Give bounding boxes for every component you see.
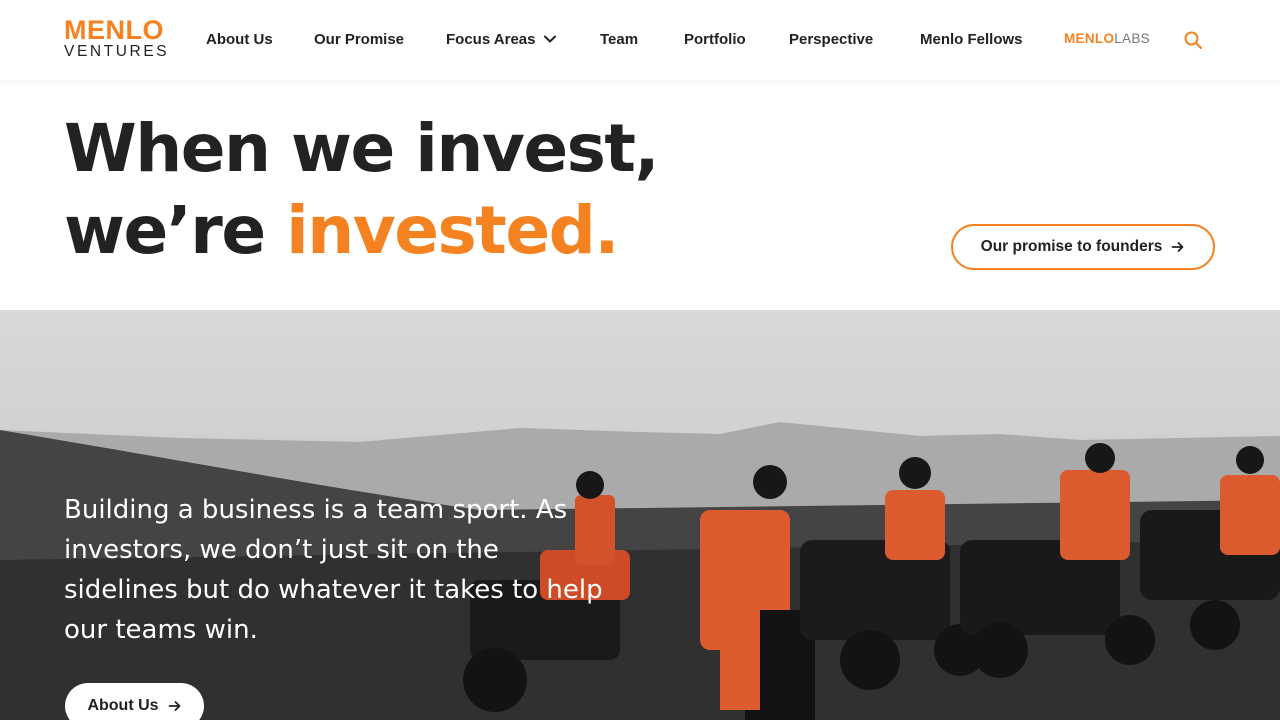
menlo-labs-part1: MENLO bbox=[1064, 31, 1115, 46]
nav-team[interactable]: Team bbox=[600, 28, 638, 50]
nav-focus-areas[interactable]: Focus Areas bbox=[446, 28, 557, 50]
hero-headline: When we invest, we’re invested. bbox=[64, 108, 660, 272]
nav-perspective[interactable]: Perspective bbox=[789, 28, 873, 50]
about-us-button[interactable]: About Us bbox=[65, 683, 204, 720]
team-sport-paragraph: Building a business is a team sport. As … bbox=[64, 495, 603, 645]
nav-our-promise[interactable]: Our Promise bbox=[314, 28, 404, 50]
arrow-right-icon bbox=[1171, 242, 1184, 252]
nav-about-us[interactable]: About Us bbox=[206, 28, 273, 50]
arrow-right-icon bbox=[168, 701, 180, 711]
hero-photo-section: Building a business is a team sport. As … bbox=[0, 310, 1280, 720]
menlo-labs-part2: LABS bbox=[1114, 31, 1150, 46]
promise-button-label: Our promise to founders bbox=[980, 238, 1163, 255]
our-promise-to-founders-button[interactable]: Our promise to founders bbox=[951, 224, 1215, 270]
menlo-ventures-logo[interactable]: MENLO VENTURES bbox=[64, 15, 170, 62]
site-header: MENLO VENTURES About Us Our Promise Focu… bbox=[0, 0, 1280, 80]
logo-wordmark-top: MENLO bbox=[64, 15, 164, 45]
hero-headline-line2-plain: we’re bbox=[64, 192, 287, 269]
hero-headline-line2-accent: invested. bbox=[286, 192, 619, 269]
about-us-button-label: About Us bbox=[87, 697, 159, 714]
chevron-down-icon bbox=[544, 35, 557, 43]
menlo-labs-link[interactable]: MENLOLABS bbox=[1064, 31, 1150, 46]
search-icon[interactable] bbox=[1183, 30, 1203, 50]
nav-menlo-fellows[interactable]: Menlo Fellows bbox=[920, 28, 1023, 50]
hero-headline-line1: When we invest, bbox=[64, 110, 660, 187]
logo-wordmark-bottom: VENTURES bbox=[64, 43, 170, 60]
nav-focus-areas-label: Focus Areas bbox=[446, 30, 536, 48]
nav-portfolio[interactable]: Portfolio bbox=[684, 28, 746, 50]
